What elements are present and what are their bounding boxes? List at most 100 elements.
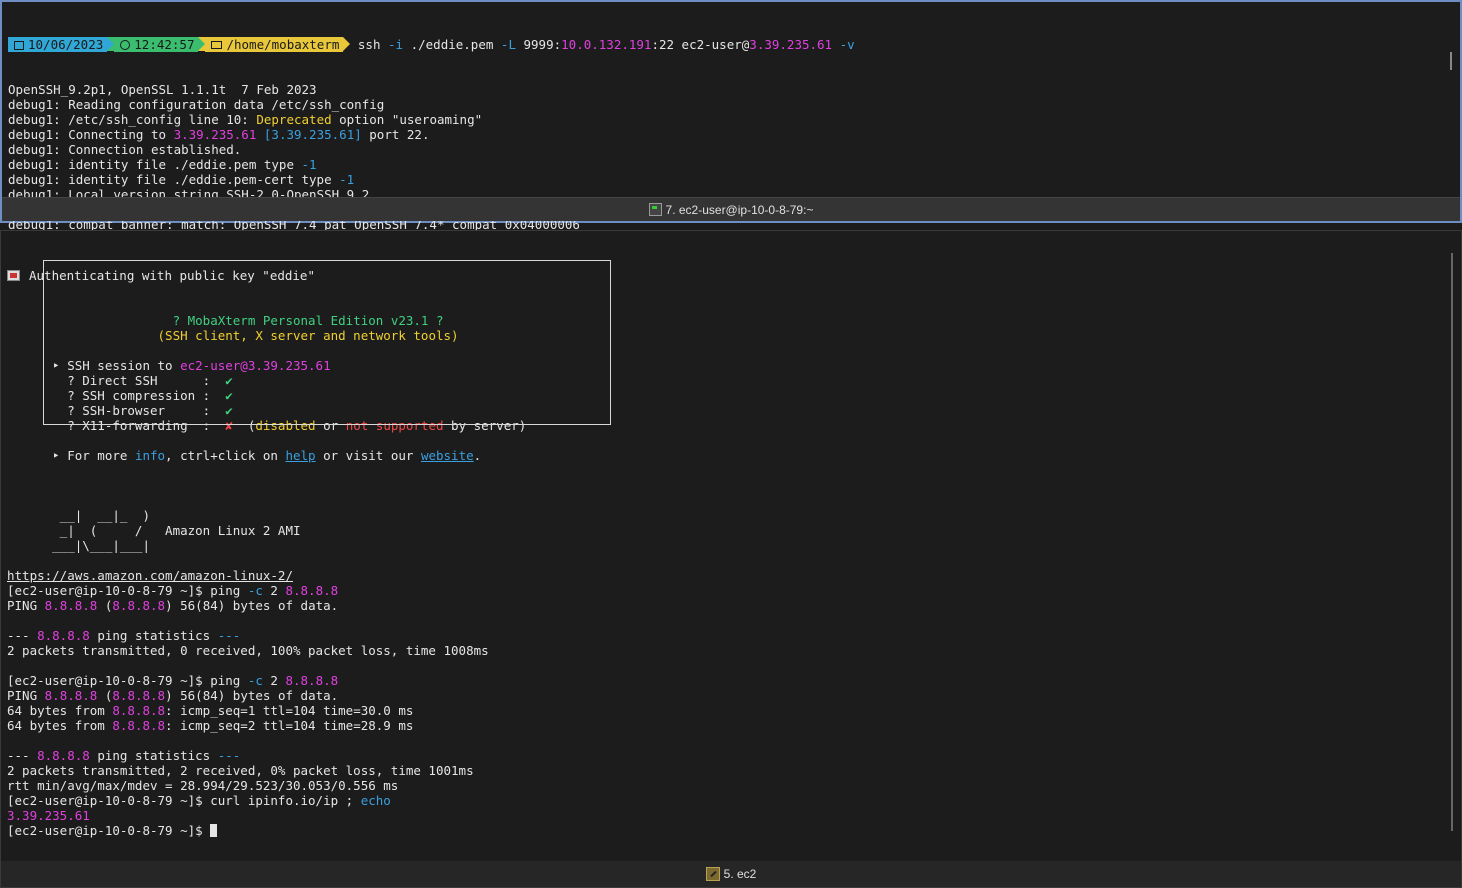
terminal-line: debug1: Connecting to 3.39.235.61 [3.39.… [8,127,855,142]
terminal-line: 64 bytes from 8.8.8.8: icmp_seq=2 ttl=10… [7,718,526,733]
terminal-line: ? MobaXterm Personal Edition v23.1 ? [7,313,526,328]
terminal-line: PING 8.8.8.8 (8.8.8.8) 56(84) bytes of d… [7,688,526,703]
bottom-terminal-output[interactable]: Authenticating with public key "eddie" ?… [7,238,526,868]
terminal-text: 64 bytes from [7,718,113,733]
prompt-time: 12:42:57 [134,37,195,52]
terminal-cursor [210,824,218,837]
terminal-text: 8.8.8.8 [112,688,166,703]
terminal-text: 64 bytes from [7,703,113,718]
terminal-line: ___|\___|___| [7,538,526,553]
terminal-text: PING [7,688,45,703]
terminal-text: , ctrl+click on [165,448,286,463]
top-terminal-pane[interactable]: 10/06/2023 12:42:57/home/mobaxterm ssh -i… [0,0,1462,247]
terminal-text: ping statistics [89,748,218,763]
terminal-text: 8.8.8.8 [285,583,339,598]
terminal-text: or visit our [315,448,421,463]
terminal-text: 8.8.8.8 [37,628,90,643]
top-pane-tab-label: 7. ec2-user@ip-10-0-8-79:~ [665,202,814,217]
terminal-text: -v [839,37,855,52]
terminal-text: ./eddie.pem [403,37,501,52]
terminal-line: 64 bytes from 8.8.8.8: icmp_seq=1 ttl=10… [7,703,526,718]
terminal-line: ? Direct SSH : ✔ [7,373,526,388]
terminal-text: 8.8.8.8 [44,598,98,613]
terminal-text: : icmp_seq=1 ttl=104 time=30.0 ms [165,703,414,718]
terminal-text: ✔ [225,403,233,418]
prompt-path: /home/mobaxterm [226,37,340,52]
bottom-pane-tab-label: 5. ec2 [723,867,757,881]
terminal-line: --- 8.8.8.8 ping statistics --- [7,748,526,763]
command-prompt-line: 10/06/2023 12:42:57/home/mobaxterm ssh -i… [8,37,855,52]
terminal-text: . [473,448,482,463]
terminal-text: -i [388,37,404,52]
bottom-terminal-pane[interactable]: Authenticating with public key "eddie" ?… [0,230,1462,888]
bottom-pane-status-bar[interactable]: 5. ec2 [1,861,1461,887]
link-text[interactable]: https://aws.amazon.com/amazon-linux-2/ [7,568,293,583]
terminal-text: port 22. [361,127,430,142]
top-pane-status-bar[interactable]: 7. ec2-user@ip-10-0-8-79:~ [2,197,1460,221]
terminal-text: ? MobaXterm Personal Edition v23.1 ? [172,313,444,328]
terminal-line: rtt min/avg/max/mdev = 28.994/29.523/30.… [7,778,526,793]
terminal-text: 3.39.235.61 [7,808,90,823]
terminal-text: debug1: Reading configuration data /etc/… [8,97,385,112]
terminal-line: debug1: identity file ./eddie.pem-cert t… [8,172,855,187]
terminal-text: [3.39.235.61] [263,127,362,142]
powerline-arrow-icon [107,37,115,51]
terminal-text: --- [217,748,241,763]
terminal-text: debug1: identity file ./eddie.pem type [8,157,302,172]
link-text[interactable]: website [421,448,474,463]
terminal-line: ? SSH compression : ✔ [7,388,526,403]
clock-icon [120,40,131,50]
prompt-date-segment: 10/06/2023 [8,37,108,52]
terminal-text: ? X11-forwarding : [7,418,226,433]
terminal-text: _| ( / Amazon Linux 2 AMI [7,523,301,538]
top-scrollbar[interactable] [1450,52,1452,70]
terminal-text: disabled [255,418,316,433]
ssh-session-icon [705,867,720,881]
terminal-text: ✔ [225,388,233,403]
terminal-text: debug1: Connecting to [8,127,174,142]
terminal-line: _| ( / Amazon Linux 2 AMI [7,523,526,538]
terminal-text: ) 56(84) bytes of data. [165,688,339,703]
terminal-text: option "useroaming" [331,112,483,127]
terminal-line: [ec2-user@ip-10-0-8-79 ~]$ ping -c 2 8.8… [7,583,526,598]
bottom-scrollbar[interactable] [1451,253,1453,831]
prompt-date: 10/06/2023 [28,37,104,52]
terminal-text: 8.8.8.8 [44,688,98,703]
terminal-text: ec2-user@3.39.235.61 [180,358,331,373]
link-text[interactable]: help [285,448,315,463]
ssh-command-text: ssh -i ./eddie.pem -L 9999:10.0.132.191:… [350,37,855,52]
auth-message: Authenticating with public key "eddie" [29,268,315,283]
terminal-line: OpenSSH_9.2p1, OpenSSL 1.1.1t 7 Feb 2023 [8,82,855,97]
terminal-line: 2 packets transmitted, 2 received, 0% pa… [7,763,526,778]
prompt-time-segment: 12:42:57 [114,37,199,52]
terminal-text: ssh [350,37,389,52]
terminal-text: ___|\___|___| [7,538,150,553]
terminal-text: (SSH client, X server and network tools) [157,328,459,343]
terminal-line: debug1: Connection established. [8,142,855,157]
terminal-text: -c [247,583,263,598]
terminal-text: ✘ [225,418,233,433]
terminal-line: [ec2-user@ip-10-0-8-79 ~]$ [7,823,526,838]
terminal-line: ‣ For more info, ctrl+click on help or v… [7,448,526,463]
ssh-debug-output: OpenSSH_9.2p1, OpenSSL 1.1.1t 7 Feb 2023… [8,82,855,247]
terminal-text: ? Direct SSH : [7,373,226,388]
terminal-text: 8.8.8.8 [112,703,166,718]
terminal-text: 3.39.235.61 [173,127,257,142]
session-output: ? MobaXterm Personal Edition v23.1 ? (SS… [7,313,526,838]
terminal-line: [ec2-user@ip-10-0-8-79 ~]$ ping -c 2 8.8… [7,673,526,688]
terminal-text: 8.8.8.8 [112,718,166,733]
terminal-text: ? SSH-browser : [7,403,226,418]
terminal-text: [ec2-user@ip-10-0-8-79 ~]$ [7,823,211,838]
terminal-text: :22 ec2-user@ [651,37,750,52]
terminal-line: --- 8.8.8.8 ping statistics --- [7,628,526,643]
terminal-text: ( [97,598,113,613]
terminal-text: [ec2-user@ip-10-0-8-79 ~]$ ping [7,583,248,598]
